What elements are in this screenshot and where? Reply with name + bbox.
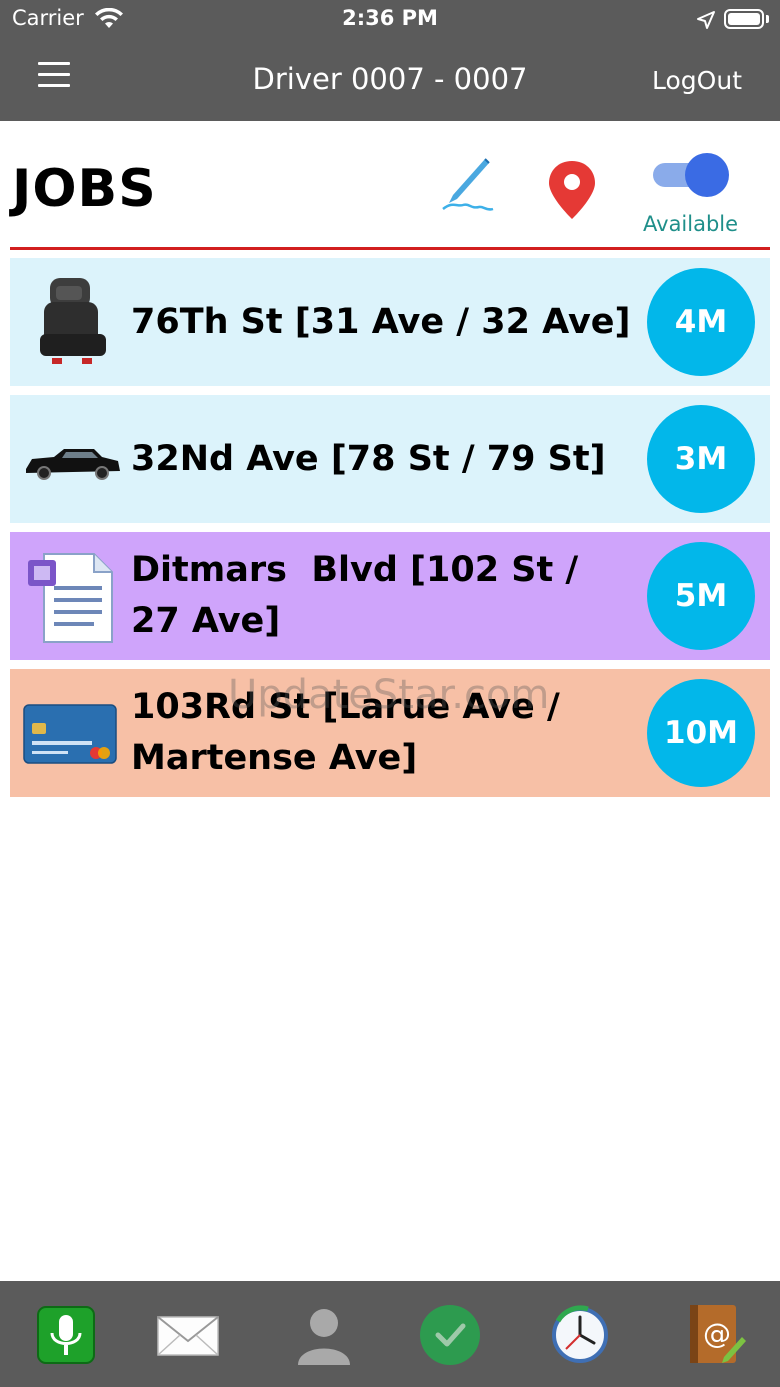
- address-book-icon[interactable]: @: [684, 1303, 748, 1367]
- user-icon[interactable]: [292, 1303, 356, 1367]
- job-row[interactable]: 32Nd Ave [78 St / 79 St] 3M: [10, 395, 770, 523]
- eta-badge: 5M: [647, 542, 755, 650]
- clock-refresh-icon[interactable]: [548, 1303, 612, 1367]
- svg-text:@: @: [703, 1317, 731, 1350]
- eta-badge: 10M: [647, 679, 755, 787]
- credit-card-icon: [22, 683, 122, 783]
- document-icon: [22, 546, 122, 646]
- map-pin-icon[interactable]: [546, 159, 598, 221]
- bottom-tab-bar: @: [0, 1281, 780, 1387]
- job-row[interactable]: Ditmars Blvd [102 St / 27 Ave] 5M: [10, 532, 770, 660]
- check-icon[interactable]: [418, 1303, 482, 1367]
- available-label: Available: [643, 212, 739, 236]
- job-address: 103Rd St [Larue Ave / Martense Ave]: [131, 687, 560, 778]
- toggle-knob: [685, 153, 729, 197]
- jobs-title: JOBS: [12, 159, 157, 219]
- availability-toggle[interactable]: [653, 153, 733, 197]
- job-row[interactable]: 103Rd St [Larue Ave / Martense Ave] 10M: [10, 669, 770, 797]
- location-arrow-icon: [696, 10, 716, 34]
- microphone-icon[interactable]: [34, 1303, 98, 1367]
- eta-badge: 3M: [647, 405, 755, 513]
- nav-bar: Driver 0007 - 0007 LogOut: [0, 40, 780, 121]
- job-address: 76Th St [31 Ave / 32 Ave]: [131, 301, 631, 342]
- mail-icon[interactable]: [156, 1303, 220, 1367]
- job-address: Ditmars Blvd [102 St / 27 Ave]: [131, 550, 579, 641]
- battery-icon: [724, 9, 764, 29]
- eta-badge: 4M: [647, 268, 755, 376]
- battery-tip: [766, 15, 769, 23]
- job-row[interactable]: 76Th St [31 Ave / 32 Ave] 4M: [10, 258, 770, 386]
- logout-button[interactable]: LogOut: [652, 66, 742, 95]
- status-bar: Carrier 2:36 PM: [0, 0, 780, 40]
- signature-pen-icon[interactable]: [435, 155, 499, 219]
- limousine-icon: [22, 409, 122, 509]
- car-seat-icon: [22, 272, 122, 372]
- clock-time: 2:36 PM: [342, 6, 438, 30]
- job-address: 32Nd Ave [78 St / 79 St]: [131, 438, 606, 479]
- jobs-header: JOBS Available: [10, 121, 770, 250]
